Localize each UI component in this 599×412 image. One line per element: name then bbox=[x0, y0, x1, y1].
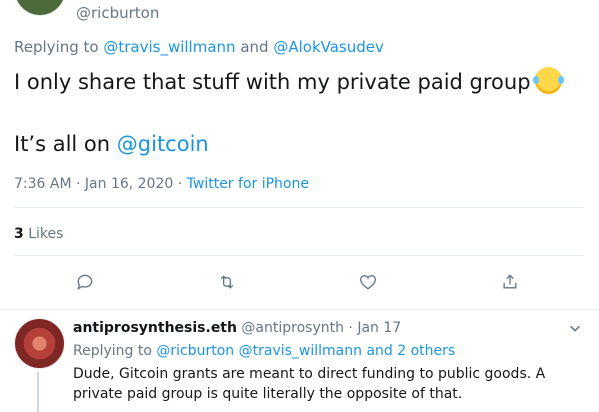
likes-count: 3 bbox=[14, 226, 24, 242]
like-icon bbox=[359, 275, 377, 290]
share-icon bbox=[503, 274, 517, 289]
replying-mention-alok[interactable]: @AlokVasudev bbox=[273, 38, 384, 56]
tweet-time[interactable]: 7:36 AM bbox=[14, 176, 72, 192]
replying-to-line: Replying to @travis_willmann and @AlokVa… bbox=[14, 38, 384, 56]
tweet-text-line2-prefix: It’s all on bbox=[14, 132, 111, 156]
tweet-text-line1: I only share that stuff with my private … bbox=[14, 70, 531, 94]
chevron-down-icon bbox=[570, 325, 580, 332]
tears-of-joy-emoji-icon bbox=[532, 67, 564, 94]
likes-label: Likes bbox=[28, 226, 64, 242]
tweet-text: I only share that stuff with my private … bbox=[14, 66, 584, 160]
reply-replying-to-line: Replying to @ricburton @travis_willmann … bbox=[73, 343, 455, 359]
tweet-meta: 7:36 AM · Jan 16, 2020 · Twitter for iPh… bbox=[14, 176, 309, 192]
reply-text: Dude, Gitcoin grants are meant to direct… bbox=[73, 366, 546, 402]
reply-author-handle[interactable]: @antiprosynth bbox=[241, 320, 344, 336]
like-button[interactable] bbox=[358, 272, 382, 296]
meta-separator-1: · bbox=[76, 176, 81, 192]
reply-author-name[interactable]: antiprosynthesis.eth bbox=[73, 320, 237, 336]
reply-more-button[interactable] bbox=[568, 320, 584, 336]
reply-button[interactable] bbox=[75, 272, 99, 296]
tweet-source-link[interactable]: Twitter for iPhone bbox=[187, 176, 309, 192]
tweet-text-line2: It’s all on @gitcoin bbox=[14, 128, 584, 160]
reply-separator: · bbox=[348, 320, 353, 336]
reply-replying-prefix: Replying to bbox=[73, 343, 152, 359]
retweet-button[interactable] bbox=[217, 272, 241, 296]
likes-count-link[interactable]: 3 Likes bbox=[14, 226, 63, 242]
divider bbox=[14, 207, 584, 208]
author-handle[interactable]: @ricburton bbox=[76, 4, 159, 22]
retweet-icon bbox=[220, 275, 234, 289]
reply-date[interactable]: Jan 17 bbox=[357, 320, 401, 336]
tweet-date[interactable]: Jan 16, 2020 bbox=[85, 176, 173, 192]
replying-mention-travis[interactable]: @travis_willmann bbox=[103, 38, 235, 56]
author-avatar[interactable] bbox=[14, 0, 66, 16]
share-button[interactable] bbox=[500, 272, 524, 296]
reply-mentions-link[interactable]: @ricburton @travis_willmann and 2 others bbox=[156, 343, 455, 359]
meta-separator-2: · bbox=[177, 176, 183, 192]
reply-author-avatar[interactable] bbox=[14, 318, 65, 369]
replying-and: and bbox=[240, 38, 269, 56]
reply-header: antiprosynthesis.eth @antiprosynth · Jan… bbox=[73, 320, 401, 336]
reply-icon bbox=[77, 274, 93, 291]
replying-prefix: Replying to bbox=[14, 38, 99, 56]
section-separator bbox=[0, 309, 599, 310]
divider bbox=[14, 255, 584, 256]
thread-line bbox=[37, 372, 39, 412]
gitcoin-mention-link[interactable]: @gitcoin bbox=[117, 132, 209, 156]
